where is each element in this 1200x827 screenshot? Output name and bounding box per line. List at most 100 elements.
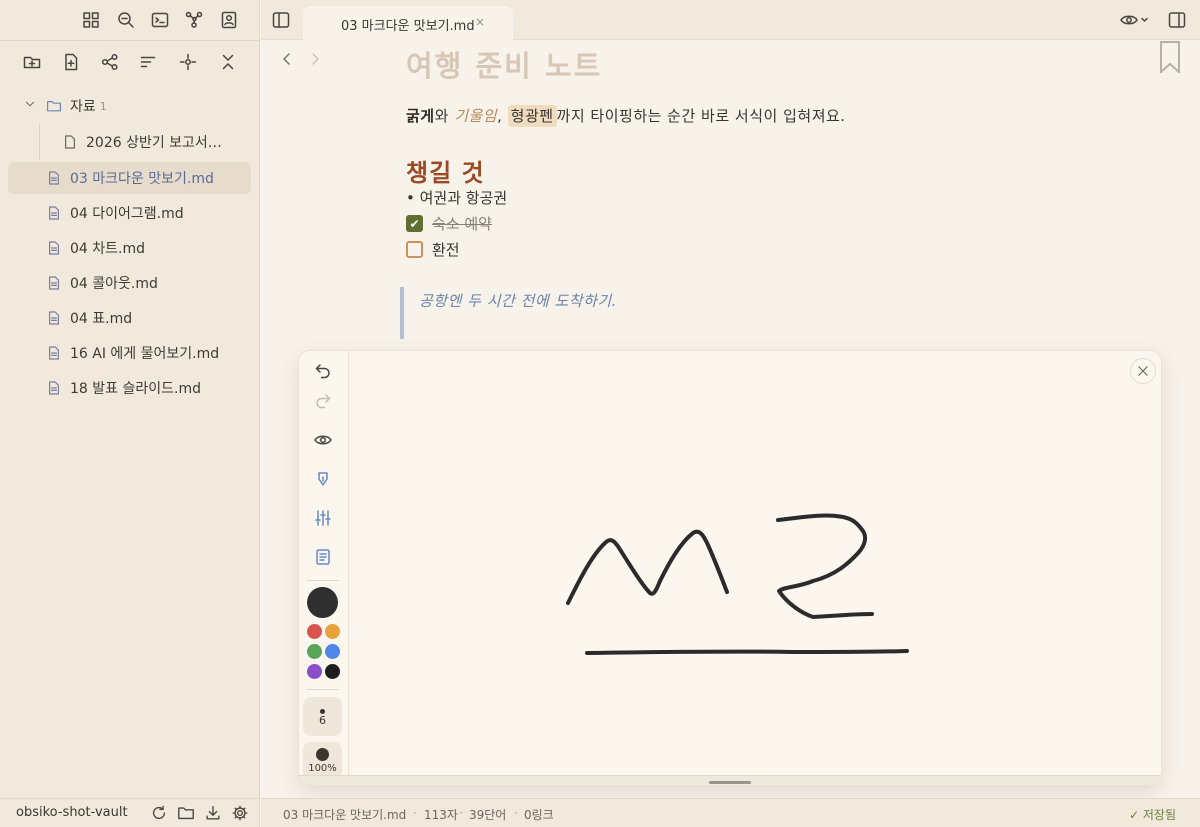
new-folder-icon[interactable] xyxy=(22,52,42,72)
checkbox-checked[interactable]: ✔ xyxy=(406,215,423,232)
tab-title: 03 마크다운 맛보기.md xyxy=(341,19,475,34)
color-swatch-purple[interactable] xyxy=(307,664,322,679)
tab-active[interactable]: 03 마크다운 맛보기.md × xyxy=(303,6,513,40)
status-file-name: 03 마크다운 맛보기.md xyxy=(283,808,407,822)
close-drawing-button[interactable] xyxy=(1130,358,1156,384)
reading-mode-icon[interactable] xyxy=(1119,10,1153,30)
terminal-icon[interactable] xyxy=(150,10,170,30)
opacity-value: 100% xyxy=(308,763,337,774)
tree-file-item[interactable]: 04 다이어그램.md xyxy=(46,197,184,229)
bullet-text: 여권과 항공권 xyxy=(419,189,508,207)
formatting-paragraph: 굵게와 기울임, 형광펜 까지 타이핑하는 순간 바로 서식이 입혀져요. xyxy=(406,105,846,127)
open-folder-icon[interactable] xyxy=(177,804,195,822)
tree-file-item-active[interactable]: 03 마크다운 맛보기.md xyxy=(8,162,251,194)
settings-gear-icon[interactable] xyxy=(231,804,249,822)
toggle-right-sidebar-icon[interactable] xyxy=(1167,10,1187,30)
redo-icon[interactable] xyxy=(313,391,333,411)
color-swatch-blue[interactable] xyxy=(325,644,340,659)
task-item-done: ✔ 숙소 예약 xyxy=(406,213,492,234)
document-icon xyxy=(46,170,62,186)
folder-item-자료[interactable]: 자료 1 xyxy=(24,90,107,122)
bold-text: 굵게 xyxy=(406,107,435,125)
tab-bar: 03 마크다운 맛보기.md × xyxy=(261,0,1200,40)
status-saved: ✓ 저장됨 xyxy=(1129,808,1176,822)
blockquote-bar xyxy=(400,287,404,339)
document-icon xyxy=(46,345,62,361)
bookmark-icon[interactable] xyxy=(1159,41,1181,75)
vault-switcher[interactable]: obsiko-shot-vault xyxy=(16,805,128,820)
status-separator: · xyxy=(514,806,518,820)
sort-icon[interactable] xyxy=(138,52,158,72)
checkbox-unchecked[interactable] xyxy=(406,241,423,258)
document-icon xyxy=(46,240,62,256)
tree-file-item[interactable]: 04 콜아웃.md xyxy=(46,267,158,299)
status-separator: · xyxy=(413,806,417,820)
folder-icon xyxy=(46,98,62,114)
undo-icon[interactable] xyxy=(313,361,333,381)
tab-close-button[interactable]: × xyxy=(475,15,485,29)
task-text: 숙소 예약 xyxy=(432,215,492,233)
back-arrow-icon[interactable] xyxy=(279,51,295,67)
opacity-dot xyxy=(316,748,329,761)
file-label: 16 AI 에게 물어보기.md xyxy=(70,346,220,362)
highlight-text: 형광펜 xyxy=(507,105,557,127)
current-color-swatch[interactable] xyxy=(307,587,338,618)
status-char-count: 113자 xyxy=(424,808,458,822)
brush-size-control[interactable]: 6 xyxy=(303,697,342,736)
tree-file-item[interactable]: 18 발표 슬라이드.md xyxy=(46,372,201,404)
tree-file-item[interactable]: 04 표.md xyxy=(46,302,132,334)
sidebar-top-toolbar xyxy=(0,0,260,40)
status-separator: · xyxy=(459,806,463,820)
tree-file-item[interactable]: 04 차트.md xyxy=(46,232,145,264)
toolbar-divider xyxy=(307,580,339,581)
status-bar: 03 마크다운 맛보기.md · 113자 · 39단어 · 0링크 ✓ 저장됨 xyxy=(261,798,1200,827)
adjustments-icon[interactable] xyxy=(313,508,333,528)
reveal-active-file-icon[interactable] xyxy=(178,52,198,72)
file-explorer-actions xyxy=(0,40,260,84)
grid-icon[interactable] xyxy=(81,10,101,30)
tree-indent-guide xyxy=(39,124,40,160)
panel-resize-bar[interactable] xyxy=(299,775,1161,785)
toolbar-divider xyxy=(307,689,339,690)
color-swatch-green[interactable] xyxy=(307,644,322,659)
new-note-icon[interactable] xyxy=(61,52,81,72)
resize-grip[interactable] xyxy=(709,781,751,784)
file-label: 03 마크다운 맛보기.md xyxy=(70,171,214,187)
document-title: 여행 준비 노트 xyxy=(406,49,603,83)
chevron-down-icon[interactable] xyxy=(24,98,36,114)
color-swatch-orange[interactable] xyxy=(325,624,340,639)
brush-size-value: 6 xyxy=(319,714,326,727)
file-label: 18 발표 슬라이드.md xyxy=(70,381,201,397)
handwriting-strokes xyxy=(566,513,909,655)
forward-arrow-icon[interactable] xyxy=(307,51,323,67)
eye-icon[interactable] xyxy=(313,430,333,450)
color-swatch-black[interactable] xyxy=(325,664,340,679)
text-span: 까지 타이핑하는 순간 바로 서식이 입혀져요. xyxy=(556,107,846,125)
document-lines-icon[interactable] xyxy=(313,547,333,567)
status-link-count: 0링크 xyxy=(524,808,554,822)
graph-icon[interactable] xyxy=(184,10,204,30)
collapse-all-icon[interactable] xyxy=(218,52,238,72)
tree-file-item[interactable]: 2026 상반기 보고서… xyxy=(62,126,222,158)
sidebar: 자료 1 2026 상반기 보고서… 03 마크다운 맛보기.md 04 다이어… xyxy=(0,0,260,827)
task-text: 환전 xyxy=(432,241,460,259)
tree-file-item[interactable]: 16 AI 에게 물어보기.md xyxy=(46,337,219,369)
italic-text: 기울임 xyxy=(454,107,498,125)
canvas-icon[interactable] xyxy=(100,52,120,72)
drawing-canvas[interactable] xyxy=(353,351,1161,775)
document-icon xyxy=(46,275,62,291)
text-span: , xyxy=(497,107,508,125)
search-icon[interactable] xyxy=(116,10,136,30)
contact-card-icon[interactable] xyxy=(219,10,239,30)
drawing-panel: 6 100% xyxy=(298,350,1162,786)
document-icon xyxy=(46,310,62,326)
file-label: 04 차트.md xyxy=(70,241,145,257)
folder-label: 자료 xyxy=(70,99,96,115)
pen-nib-icon[interactable] xyxy=(313,469,333,489)
sync-icon[interactable] xyxy=(150,804,168,822)
file-icon xyxy=(62,134,78,150)
toggle-left-sidebar-icon[interactable] xyxy=(271,10,291,30)
folder-count-badge: 1 xyxy=(99,99,107,113)
download-icon[interactable] xyxy=(204,804,222,822)
color-swatch-red[interactable] xyxy=(307,624,322,639)
